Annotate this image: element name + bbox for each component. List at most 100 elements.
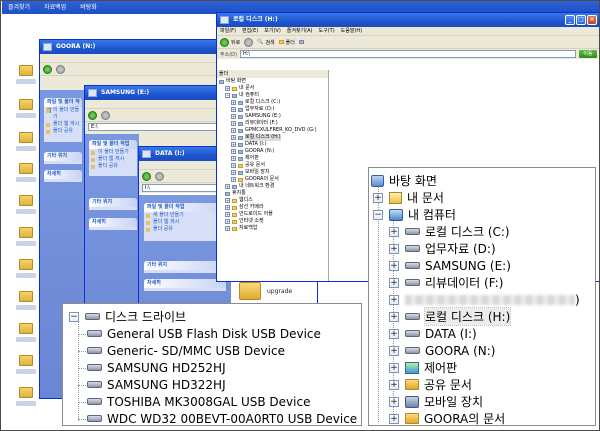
desktop-folder-icon[interactable] <box>19 227 33 238</box>
window-titlebar[interactable]: 로컬 디스크 (H:) _ □ × <box>217 13 599 27</box>
task-link[interactable]: 폴더 공유 <box>89 163 137 170</box>
tree-item[interactable]: + DATA (I:) <box>219 141 328 148</box>
tree-item[interactable]: + 내 네트워크 환경 <box>219 183 328 190</box>
tree-item-my-documents[interactable]: + 내 문서 <box>373 189 444 206</box>
tree-item-drive-e[interactable]: + SAMSUNG (E:) <box>389 257 511 274</box>
device-item[interactable]: General USB Flash Disk USB Device <box>87 325 321 342</box>
desktop-folder-icon[interactable] <box>19 355 33 366</box>
tree-item[interactable]: + 리뷰데이터 (F:) <box>219 120 328 127</box>
panel-header[interactable]: 자세히 <box>44 170 82 179</box>
desktop-folder-icon[interactable] <box>19 195 33 206</box>
task-link[interactable]: 새 폴더 만들기 <box>144 212 226 219</box>
device-item[interactable]: WDC WD32 00BEVT-00A0RT0 USB Device <box>87 410 357 427</box>
desktop-folder-icon[interactable] <box>19 132 33 143</box>
tree-item[interactable]: + 자료백업 <box>219 225 328 232</box>
back-button[interactable]: 뒤로 <box>220 37 240 47</box>
panel-header[interactable]: 파일 및 폴더 작업 <box>144 203 226 212</box>
panel-header[interactable]: 기타 위치 <box>89 198 137 207</box>
taskbar-item-favorites[interactable]: 즐겨찾기 <box>8 1 30 14</box>
tree-item-drive-i[interactable]: + DATA (I:) <box>389 325 477 342</box>
tree-item[interactable]: + GOORA의 문서 <box>219 176 328 183</box>
close-button[interactable]: × <box>587 15 597 25</box>
tree-item[interactable]: + 안드로이드 어플 <box>219 211 328 218</box>
panel-header[interactable]: 기타 위치 <box>144 261 226 270</box>
menu-file[interactable]: 파일(F) <box>220 27 236 35</box>
folder-item-upgrade[interactable]: upgrade <box>239 282 292 300</box>
device-item[interactable]: SAMSUNG HD252HJ <box>87 359 226 376</box>
menu-tools[interactable]: 도구(T) <box>319 27 335 35</box>
tree-item-my-computer[interactable]: − 내 컴퓨터 <box>373 206 456 223</box>
device-item[interactable]: Generic- SD/MMC USB Device <box>87 342 285 359</box>
tree-item[interactable]: + 삼선 카메라 <box>219 204 328 211</box>
panel-header[interactable]: 기타 위치 <box>44 152 82 161</box>
menu-favorites[interactable]: 즐겨찾기(A) <box>287 27 313 35</box>
minimize-button[interactable]: _ <box>565 15 575 25</box>
tree-item-drive-d[interactable]: + 업무자료 (D:) <box>389 240 496 257</box>
task-link[interactable]: 폴더 웹 게시 <box>44 121 82 128</box>
task-link[interactable]: 폴더 공유 <box>44 128 82 135</box>
tree-item-goora-documents[interactable]: + GOORA의 문서 <box>389 410 505 427</box>
tree-item[interactable]: + 모바일 장치 <box>219 169 328 176</box>
tree-item[interactable]: + 웹디스 <box>219 197 328 204</box>
desktop-folder-icon[interactable] <box>19 323 33 334</box>
address-input[interactable]: H:\ <box>239 50 576 58</box>
tree-item-shared-documents[interactable]: + 공유 문서 <box>389 376 472 393</box>
maximize-button[interactable]: □ <box>576 15 586 25</box>
folders-button[interactable]: 폴더 <box>278 39 295 46</box>
desktop-folder-icon[interactable] <box>19 291 33 302</box>
tree-item-control-panel[interactable]: + 제어판 <box>389 359 457 376</box>
tree-item-drive-n[interactable]: + GOORA (N:) <box>389 342 495 359</box>
taskbar-item-backup[interactable]: 자료백업 <box>44 1 66 14</box>
tree-item[interactable]: + 공유 문서 <box>219 162 328 169</box>
tree-item[interactable]: 휴지통 <box>219 190 328 197</box>
desktop-folder-icon[interactable] <box>19 259 33 270</box>
task-link[interactable]: 폴더 웹 게시 <box>89 156 137 163</box>
tree-item[interactable]: + 내 문서 <box>219 85 328 92</box>
tree-item[interactable]: 바탕 화면 <box>219 78 328 85</box>
tree-item[interactable]: − 내 컴퓨터 <box>219 92 328 99</box>
go-button[interactable]: 이동 <box>579 50 597 58</box>
search-button[interactable]: 🔍 검색 <box>257 39 274 46</box>
tree-item[interactable]: + 업무자료 (D:) <box>219 106 328 113</box>
desktop-folder-icon[interactable] <box>19 99 33 110</box>
panel-header[interactable]: 자세히 <box>89 218 137 227</box>
taskbar-item-desktop[interactable]: 바탕화 <box>80 1 97 14</box>
window-titlebar[interactable]: GOORA (N:) <box>40 40 238 54</box>
tree-item[interactable]: + GOORA (N:) <box>219 148 328 155</box>
tree-item[interactable]: + 제어판 <box>219 155 328 162</box>
tree-item[interactable]: + GPMCXULFRER_KO_DVD (G:) <box>219 127 328 134</box>
task-link[interactable]: 이 폴더 만들기 <box>44 107 82 121</box>
back-icon[interactable] <box>88 110 97 120</box>
task-link[interactable]: 이 폴더 만들기 <box>89 149 137 156</box>
tree-item-drive-h[interactable]: + 로컬 디스크 (H:) <box>389 307 512 326</box>
tree-item-mobile-device[interactable]: + 모바일 장치 <box>389 393 483 410</box>
back-icon[interactable] <box>142 171 151 181</box>
back-icon[interactable] <box>43 64 52 74</box>
tree-item-drive-f[interactable]: + 리뷰데이터 (F:) <box>389 274 503 291</box>
desktop-folder-icon[interactable] <box>19 163 33 174</box>
menu-help[interactable]: 도움말(H) <box>341 27 362 35</box>
panel-header[interactable]: 파일 및 폴더 작업 <box>44 98 82 114</box>
forward-icon[interactable] <box>244 37 254 47</box>
forward-icon[interactable] <box>101 110 110 120</box>
tree-item-desktop[interactable]: 바탕 화면 <box>371 172 437 189</box>
desktop-folder-icon[interactable] <box>19 65 33 76</box>
tree-item-disk-drives[interactable]: − 디스크 드라이브 <box>69 308 186 325</box>
views-icon[interactable] <box>298 40 304 44</box>
forward-icon[interactable] <box>56 64 65 74</box>
menu-view[interactable]: 보기(V) <box>264 27 281 35</box>
tree-item[interactable]: + SAMSUNG (E:) <box>219 113 328 120</box>
forward-icon[interactable] <box>155 171 164 181</box>
desktop-folder-icon[interactable] <box>19 387 33 398</box>
tree-item[interactable]: + 로컬 디스크 (H:) <box>219 134 328 141</box>
tree-item-drive-g-redacted[interactable]: +) <box>389 291 580 308</box>
panel-header[interactable]: 파일 및 폴더 작업 <box>89 140 137 149</box>
tree-item[interactable]: + 인터넷 소켓 <box>219 218 328 225</box>
panel-header[interactable]: 자세히 <box>144 279 226 288</box>
device-item[interactable]: TOSHIBA MK3008GAL USB Device <box>87 393 310 410</box>
device-item[interactable]: SAMSUNG HD322HJ <box>87 376 226 393</box>
tree-item[interactable]: + 로컬 디스크 (C:) <box>219 99 328 106</box>
task-link[interactable]: 폴더 웹 게시 <box>144 219 226 226</box>
tree-item-drive-c[interactable]: + 로컬 디스크 (C:) <box>389 223 510 240</box>
menu-edit[interactable]: 편집(E) <box>242 27 258 35</box>
